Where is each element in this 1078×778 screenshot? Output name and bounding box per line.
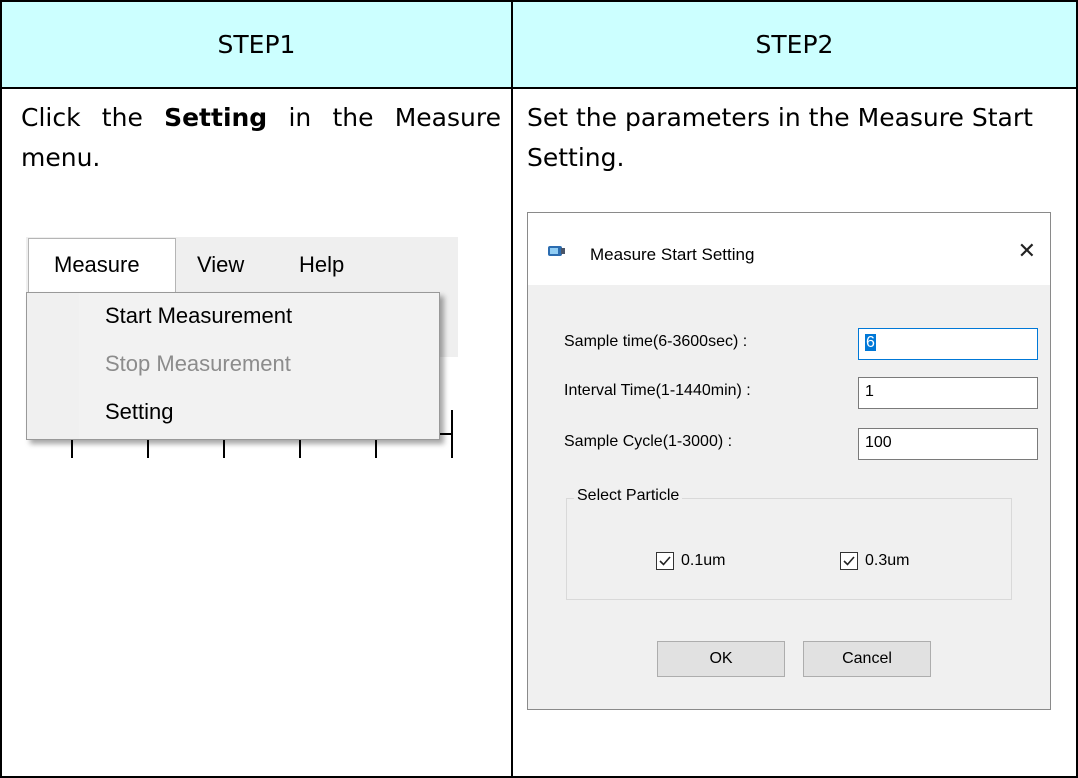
sample-cycle-label: Sample Cycle(1-3000) : xyxy=(564,433,733,450)
menu-icon-gutter xyxy=(27,293,79,439)
measure-dropdown-menu: Start Measurement Stop Measurement Setti… xyxy=(26,292,440,440)
step1-header: STEP1 xyxy=(0,0,513,89)
interval-time-value: 1 xyxy=(865,383,874,400)
particle-0-3um-label: 0.3um xyxy=(865,552,910,569)
step2-header: STEP2 xyxy=(511,0,1078,89)
cancel-button[interactable]: Cancel xyxy=(803,641,931,677)
step1-desc-text: Click the xyxy=(21,103,165,132)
interval-time-input[interactable]: 1 xyxy=(858,377,1038,409)
checkmark-icon xyxy=(659,556,671,566)
menu-item-stop-measurement: Stop Measurement xyxy=(105,351,291,376)
checkmark-icon xyxy=(843,556,855,566)
menu-item-setting[interactable]: Setting xyxy=(105,399,174,425)
step1-description: Click the Setting in the Measure menu. xyxy=(21,98,501,178)
menu-measure[interactable]: Measure xyxy=(54,252,140,278)
interval-time-label: Interval Time(1-1440min) : xyxy=(564,382,751,399)
select-particle-title: Select Particle xyxy=(574,487,683,505)
step2-header-label: STEP2 xyxy=(755,30,834,59)
sample-cycle-input[interactable]: 100 xyxy=(858,428,1038,460)
select-particle-group xyxy=(566,498,1012,600)
ok-button[interactable]: OK xyxy=(657,641,785,677)
step1-header-label: STEP1 xyxy=(217,30,296,59)
particle-0-1um-label: 0.1um xyxy=(681,552,726,569)
dialog-titlebar: Measure Start Setting ✕ xyxy=(528,213,1050,285)
particle-0-1um-checkbox[interactable] xyxy=(656,552,674,570)
step2-description: Set the parameters in the Measure Start … xyxy=(527,103,1033,172)
app-icon xyxy=(548,246,565,256)
menu-view[interactable]: View xyxy=(197,252,244,278)
ok-button-label: OK xyxy=(709,650,733,667)
measure-start-setting-dialog: Measure Start Setting ✕ Sample time(6-36… xyxy=(527,212,1051,710)
particle-0-3um-checkbox[interactable] xyxy=(840,552,858,570)
sample-time-input[interactable]: 6 xyxy=(858,328,1038,360)
sample-cycle-value: 100 xyxy=(865,434,892,451)
cancel-button-label: Cancel xyxy=(842,650,892,667)
sample-time-value: 6 xyxy=(865,334,876,351)
menu-help[interactable]: Help xyxy=(299,252,344,278)
dialog-title: Measure Start Setting xyxy=(590,245,755,264)
step1-desc-bold: Setting xyxy=(164,103,268,132)
close-icon[interactable]: ✕ xyxy=(1018,239,1036,264)
sample-time-label: Sample time(6-3600sec) : xyxy=(564,333,748,350)
menu-item-start-measurement[interactable]: Start Measurement xyxy=(105,303,292,329)
